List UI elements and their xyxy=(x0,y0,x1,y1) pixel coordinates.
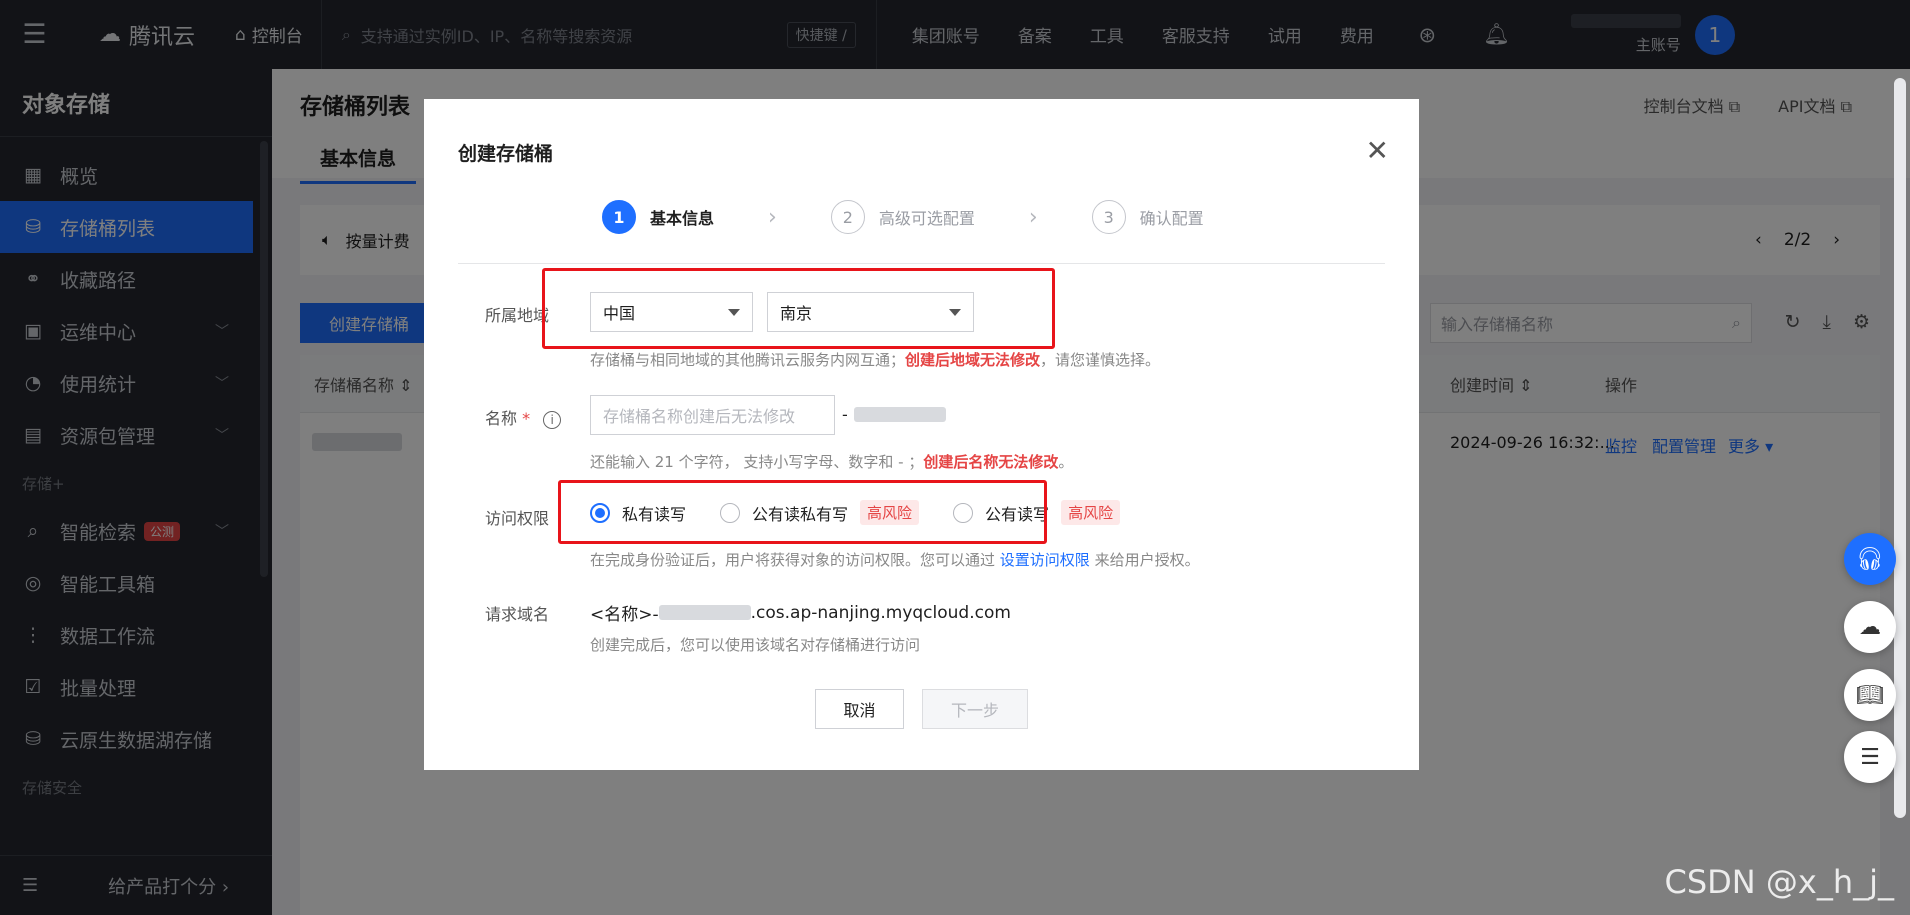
cancel-button[interactable]: 取消 xyxy=(815,689,904,729)
name-hint-suffix: 。 xyxy=(1058,453,1074,471)
required-mark: * xyxy=(522,409,531,428)
next-step-button[interactable]: 下一步 xyxy=(922,689,1028,729)
region-label: 所属地域 xyxy=(485,306,550,325)
step-confirm-config: 3 确认配置 xyxy=(1091,200,1204,234)
high-risk-tag: 高风险 xyxy=(1061,500,1121,525)
docs-book-icon[interactable]: 📖︎ xyxy=(1844,669,1896,721)
cloud-assistant-icon[interactable]: ☁ xyxy=(1844,601,1896,653)
region-hint-warning: 创建后地域无法修改 xyxy=(905,351,1041,369)
step-advanced-config: 2 高级可选配置 xyxy=(830,200,975,234)
domain-label: 请求域名 xyxy=(485,605,550,624)
set-access-permission-link[interactable]: 设置访问权限 xyxy=(1000,551,1090,569)
stepper: 1 基本信息 › 2 高级可选配置 › 3 确认配置 xyxy=(602,200,1204,234)
domain-value: <名称>- .cos.ap-nanjing.myqcloud.com xyxy=(590,600,1011,626)
info-icon[interactable]: i xyxy=(543,410,562,429)
name-label: 名称 * i xyxy=(485,405,562,429)
access-label: 访问权限 xyxy=(485,509,550,528)
close-icon[interactable]: ✕ xyxy=(1366,134,1389,167)
step-number: 1 xyxy=(602,200,636,234)
step-number: 3 xyxy=(1091,200,1126,234)
highlight-box-region xyxy=(542,268,1055,349)
region-hint: 存储桶与相同地域的其他腾讯云服务内网互通；创建后地域无法修改，请您谨慎选择。 xyxy=(590,349,1160,370)
watermark: CSDN @x_h_j_ xyxy=(1664,863,1894,901)
create-bucket-dialog: 创建存储桶 ✕ 1 基本信息 › 2 高级可选配置 › 3 确认配置 所属地域 … xyxy=(424,99,1419,770)
chevron-right-icon: › xyxy=(1028,204,1038,230)
name-hint: 还能输入 21 个字符， 支持小写字母、数字和 - ；创建后名称无法修改。 xyxy=(590,451,1073,472)
name-hint-text: 还能输入 21 个字符， 支持小写字母、数字和 - ； xyxy=(590,453,924,471)
chevron-right-icon: › xyxy=(768,204,777,230)
domain-suffix: .cos.ap-nanjing.myqcloud.com xyxy=(750,602,1011,623)
domain-hint: 创建完成后，您可以使用该域名对存储桶进行访问 xyxy=(590,636,921,654)
name-suffix-dash: - xyxy=(842,405,848,424)
page-scrollbar[interactable] xyxy=(1894,78,1906,818)
customer-service-icon[interactable]: 🎧︎ xyxy=(1844,533,1896,585)
step-number: 2 xyxy=(830,200,865,234)
highlight-box-access xyxy=(558,480,1047,544)
step-label: 基本信息 xyxy=(650,209,715,228)
region-hint-suffix: ，请您谨慎选择。 xyxy=(1040,351,1161,369)
step-label: 高级可选配置 xyxy=(878,209,975,228)
step-basic-info: 1 基本信息 xyxy=(602,200,714,234)
access-hint-suffix: 来给用户授权。 xyxy=(1094,551,1200,569)
dialog-title: 创建存储桶 xyxy=(458,143,554,165)
domain-prefix: <名称>- xyxy=(590,605,659,625)
outline-list-icon[interactable]: ☰ xyxy=(1844,731,1896,783)
name-label-text: 名称 xyxy=(485,409,518,428)
bucket-name-placeholder: 存储桶名称创建后无法修改 xyxy=(603,407,796,426)
appid-redacted xyxy=(658,605,751,620)
region-hint-text: 存储桶与相同地域的其他腾讯云服务内网互通； xyxy=(590,351,906,369)
name-hint-warning: 创建后名称无法修改 xyxy=(923,453,1059,471)
access-hint: 在完成身份验证后，用户将获得对象的访问权限。您可以通过 设置访问权限 来给用户授… xyxy=(590,549,1200,570)
bucket-name-input[interactable]: 存储桶名称创建后无法修改 xyxy=(590,395,835,435)
access-hint-text: 在完成身份验证后，用户将获得对象的访问权限。您可以通过 xyxy=(590,551,996,569)
divider xyxy=(458,263,1385,264)
step-label: 确认配置 xyxy=(1139,209,1204,228)
appid-redacted xyxy=(854,407,946,422)
